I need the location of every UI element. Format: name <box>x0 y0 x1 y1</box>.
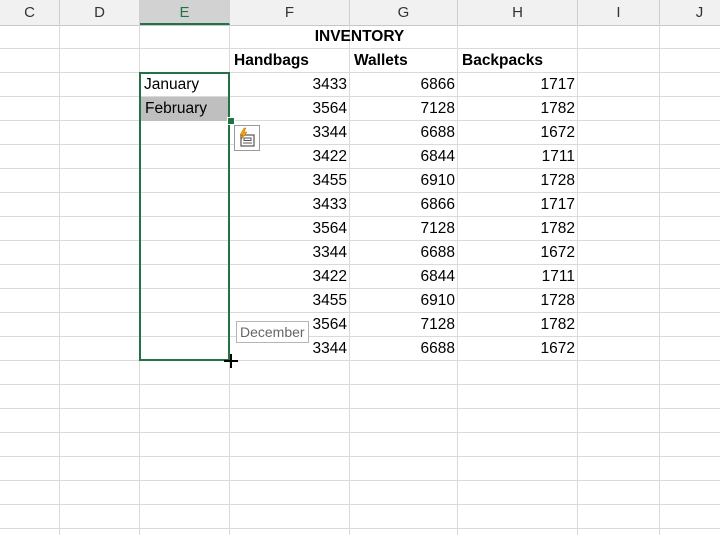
cell-handbags-value[interactable]: 3455 <box>230 169 350 193</box>
inventory-title[interactable]: INVENTORY <box>230 25 489 49</box>
cell-wallets-value[interactable]: 7128 <box>350 313 458 337</box>
column-header-g[interactable]: G <box>350 0 458 25</box>
row-gridline <box>0 528 720 529</box>
cell-backpacks-value[interactable]: 1672 <box>458 337 578 361</box>
cell-wallets-value[interactable]: 7128 <box>350 217 458 241</box>
cell-wallets-value[interactable]: 6844 <box>350 145 458 169</box>
column-header-bar: C D E F G H I J <box>0 0 720 26</box>
header-backpacks[interactable]: Backpacks <box>458 49 578 73</box>
column-header-h[interactable]: H <box>458 0 578 25</box>
cell-backpacks-value[interactable]: 1728 <box>458 169 578 193</box>
cell-wallets-value[interactable]: 6688 <box>350 241 458 265</box>
fill-handle[interactable] <box>227 117 235 125</box>
cell-backpacks-value[interactable]: 1782 <box>458 97 578 121</box>
cell-backpacks-value[interactable]: 1672 <box>458 241 578 265</box>
cell-wallets-value[interactable]: 6688 <box>350 337 458 361</box>
column-gridline <box>659 25 660 535</box>
cell-handbags-value[interactable]: 3564 <box>230 97 350 121</box>
cell-backpacks-value[interactable]: 1711 <box>458 145 578 169</box>
cell-handbags-value[interactable]: 3455 <box>230 289 350 313</box>
cell-backpacks-value[interactable]: 1717 <box>458 193 578 217</box>
column-header-c[interactable]: C <box>0 0 60 25</box>
row-gridline <box>0 456 720 457</box>
cell-backpacks-value[interactable]: 1672 <box>458 121 578 145</box>
header-handbags[interactable]: Handbags <box>230 49 350 73</box>
cell-backpacks-value[interactable]: 1717 <box>458 73 578 97</box>
cell-wallets-value[interactable]: 6910 <box>350 169 458 193</box>
column-header-f[interactable]: F <box>230 0 350 25</box>
selection-range[interactable] <box>139 72 230 361</box>
column-header-i[interactable]: I <box>578 0 660 25</box>
cell-wallets-value[interactable]: 6866 <box>350 193 458 217</box>
cell-backpacks-value[interactable]: 1782 <box>458 313 578 337</box>
auto-fill-options-button[interactable] <box>234 125 260 151</box>
cell-backpacks-value[interactable]: 1728 <box>458 289 578 313</box>
cell-handbags-value[interactable]: 3433 <box>230 193 350 217</box>
row-gridline <box>0 408 720 409</box>
crosshair-cursor-icon <box>224 354 238 368</box>
cell-handbags-value[interactable]: 3422 <box>230 265 350 289</box>
row-gridline <box>0 480 720 481</box>
header-wallets[interactable]: Wallets <box>350 49 458 73</box>
cell-handbags-value[interactable]: 3433 <box>230 73 350 97</box>
cell-wallets-value[interactable]: 6910 <box>350 289 458 313</box>
row-gridline <box>0 432 720 433</box>
cell-wallets-value[interactable]: 6844 <box>350 265 458 289</box>
cell-backpacks-value[interactable]: 1782 <box>458 217 578 241</box>
column-header-d[interactable]: D <box>60 0 140 25</box>
row-gridline <box>0 384 720 385</box>
autofill-preview-tooltip: December <box>236 321 309 343</box>
cell-handbags-value[interactable]: 3564 <box>230 217 350 241</box>
flash-fill-options-icon <box>239 127 255 147</box>
column-gridline <box>59 25 60 535</box>
cell-wallets-value[interactable]: 7128 <box>350 97 458 121</box>
cell-backpacks-value[interactable]: 1711 <box>458 265 578 289</box>
cell-wallets-value[interactable]: 6688 <box>350 121 458 145</box>
column-header-e[interactable]: E <box>140 0 230 25</box>
row-gridline <box>0 504 720 505</box>
cell-handbags-value[interactable]: 3344 <box>230 241 350 265</box>
column-header-j[interactable]: J <box>660 0 720 25</box>
cell-wallets-value[interactable]: 6866 <box>350 73 458 97</box>
